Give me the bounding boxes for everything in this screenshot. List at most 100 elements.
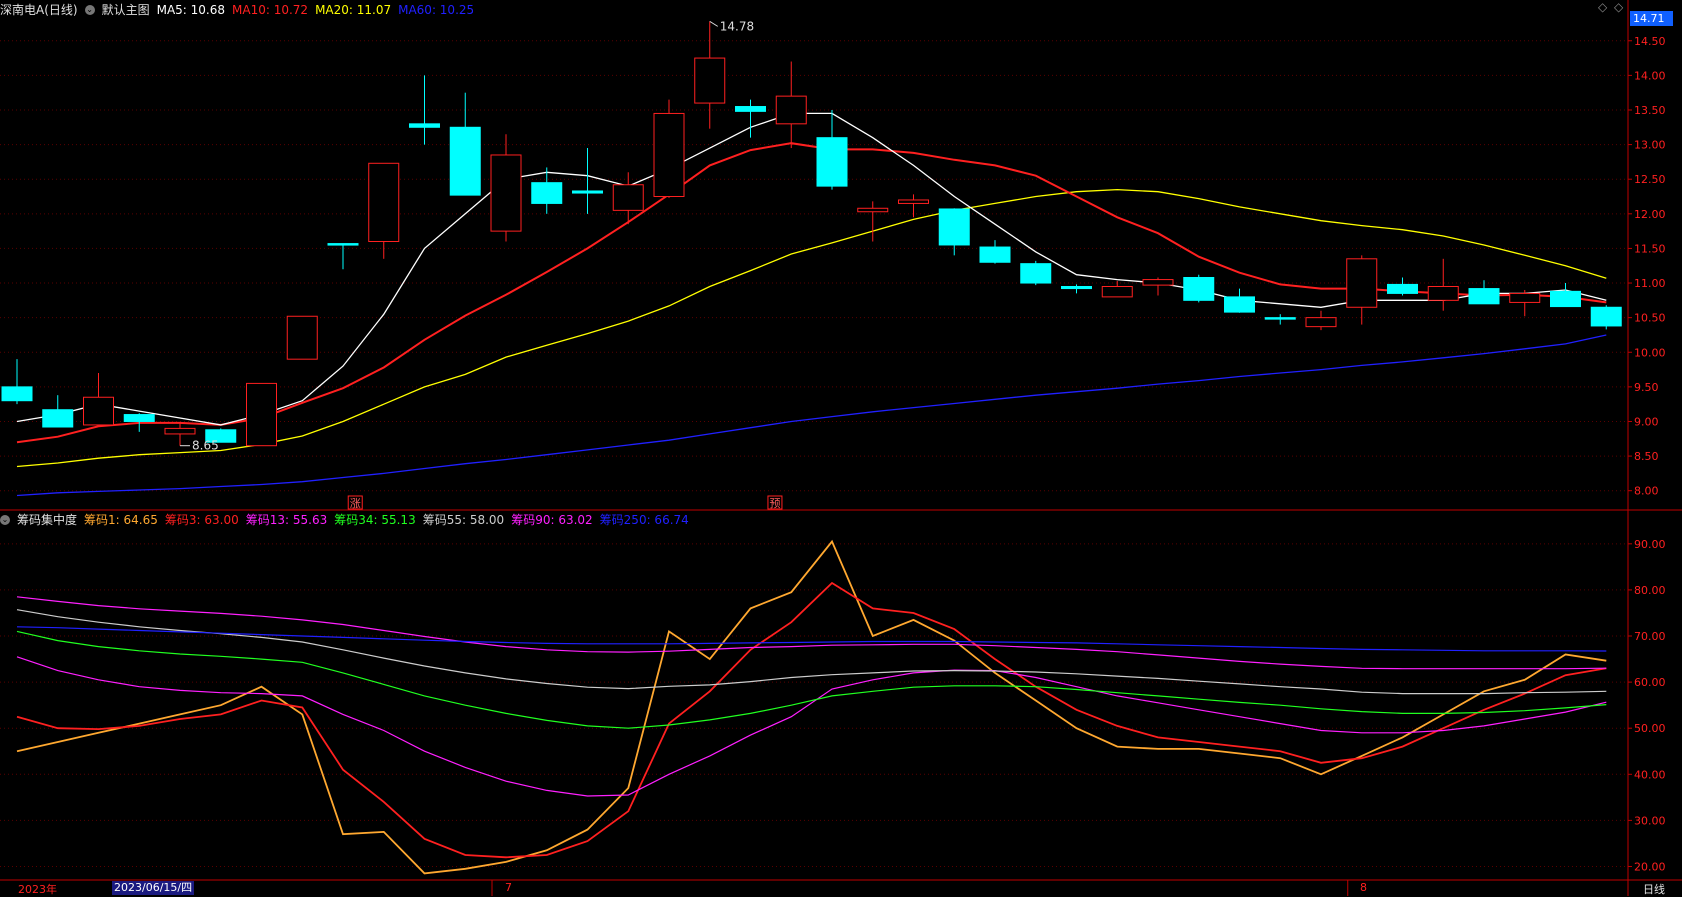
candle-body — [653, 112, 685, 198]
indicator-tick-label: 50.00 — [1634, 722, 1666, 735]
chip250-label: 筹码250: 66.74 — [599, 513, 689, 527]
candle-body — [490, 154, 522, 232]
candle-body — [246, 382, 277, 447]
indicator-lines — [16, 539, 1607, 875]
current-price-badge: 14.71 — [1630, 11, 1673, 26]
indicator-title[interactable]: 筹码集中度 — [17, 511, 77, 528]
candle-body — [123, 414, 155, 422]
price-tick-label: 10.00 — [1634, 346, 1666, 359]
candle-body — [286, 315, 318, 360]
candle-body — [164, 427, 196, 435]
candle-body — [979, 246, 1011, 263]
candle-body — [1346, 258, 1378, 308]
candle-body — [1590, 306, 1622, 327]
price-tick-label: 11.50 — [1634, 242, 1666, 255]
chip1-label: 筹码1: 64.65 — [84, 513, 158, 527]
series-筹码3-line — [16, 581, 1607, 859]
price-tick-label: 14.50 — [1634, 35, 1666, 48]
series-筹码90-line — [16, 596, 1607, 670]
settings-circle-icon[interactable]: ⌄ — [84, 4, 95, 15]
ma10-label: MA10: 10.72 — [232, 2, 309, 17]
candles — [1, 21, 1622, 447]
main-chart-header: 深南电A(日线) ⌄ 默认主图 MA5: 10.68 MA10: 10.72 M… — [0, 1, 481, 18]
ma60-label: MA60: 10.25 — [398, 2, 475, 17]
price-tick-label: 13.50 — [1634, 104, 1666, 117]
candle-body — [1061, 285, 1092, 290]
diamond-icon[interactable]: ◇ — [1598, 0, 1607, 14]
price-tick-label: 9.50 — [1634, 381, 1659, 394]
price-tick-label: 8.50 — [1634, 450, 1659, 463]
candle-body — [1468, 288, 1500, 305]
high-label: 14.78 — [720, 19, 754, 33]
candle-body — [775, 95, 807, 125]
event-marker-1: 涨 — [350, 497, 361, 510]
options-icon[interactable]: ◇ — [1614, 0, 1623, 14]
candle-body — [857, 207, 889, 213]
price-tick-label: 8.00 — [1634, 485, 1659, 498]
candle-body — [1387, 283, 1418, 294]
candle-body — [612, 184, 644, 211]
candle-body — [409, 123, 440, 128]
price-tick-label: 11.00 — [1634, 277, 1666, 290]
candle-body — [1550, 290, 1581, 308]
candle-body — [42, 409, 74, 428]
indicator-tick-label: 80.00 — [1634, 584, 1666, 597]
candle-body — [1142, 279, 1174, 286]
month-label-8: 8 — [1360, 881, 1367, 894]
kline-chart-canvas[interactable]: 8.00 8.50 9.00 9.50 10.00 10.50 11.00 11.50 12.0… — [0, 0, 1682, 896]
stock-name[interactable]: 深南电A(日线) — [0, 1, 78, 18]
cursor-date: 2023/06/15/四 — [112, 881, 195, 895]
event-marker-2: 预 — [769, 497, 780, 510]
price-tick-label: 14.00 — [1634, 69, 1666, 82]
candle-body — [572, 190, 603, 194]
series-筹码55-line — [16, 609, 1607, 695]
price-tick-label: 9.00 — [1634, 415, 1659, 428]
indicator-tick-label: 40.00 — [1634, 768, 1666, 781]
y-axis: 8.00 8.50 9.00 9.50 10.00 10.50 11.00 11.50 12.0… — [0, 0, 1682, 896]
chip55-label: 筹码55: 58.00 — [422, 513, 505, 527]
indicator-tick-label: 20.00 — [1634, 860, 1666, 873]
candle-body — [1264, 317, 1296, 320]
candle-body — [327, 243, 359, 246]
candle-body — [735, 106, 766, 112]
chip3-label: 筹码3: 63.00 — [164, 513, 239, 527]
candle-body — [938, 208, 970, 246]
price-tick-label: 12.00 — [1634, 208, 1666, 221]
indicator-tick-label: 60.00 — [1634, 676, 1666, 689]
candle-body — [368, 162, 400, 243]
indicator-tick-label: 70.00 — [1634, 630, 1666, 643]
price-tick-label: 12.50 — [1634, 173, 1666, 186]
high-marker — [709, 20, 719, 27]
indicator-tick-label: 30.00 — [1634, 814, 1666, 827]
candle-body — [1183, 276, 1215, 301]
period-label[interactable]: 日线 — [1643, 881, 1665, 897]
indicator-settings-icon[interactable]: ⌄ — [0, 514, 10, 525]
candle-body — [816, 137, 848, 187]
series-筹码1-line — [16, 539, 1607, 875]
indicator-header: ⌄ 筹码集中度 筹码1: 64.65 筹码3: 63.00 筹码13: 55.6… — [0, 511, 696, 528]
candle-body — [1, 386, 33, 402]
indicator-tick-label: 90.00 — [1634, 538, 1666, 551]
price-tick-label: 10.50 — [1634, 312, 1666, 325]
chip13-label: 筹码13: 55.63 — [245, 513, 328, 527]
candle-body — [1224, 296, 1255, 313]
series-筹码250-line — [16, 626, 1607, 652]
chart-title[interactable]: 默认主图 — [102, 1, 150, 18]
month-label-7: 7 — [505, 881, 512, 894]
candle-body — [1020, 263, 1052, 284]
candle-body — [1427, 285, 1459, 301]
candle-body — [1509, 292, 1541, 303]
candle-body — [449, 126, 481, 196]
chip90-label: 筹码90: 63.02 — [511, 513, 593, 527]
grid-layer — [0, 40, 1628, 867]
low-label: 8.65 — [192, 439, 219, 453]
candle-body — [1101, 285, 1133, 298]
chip34-label: 筹码34: 55.13 — [334, 513, 416, 527]
candle-body — [531, 182, 563, 204]
ma20-label: MA20: 11.07 — [315, 2, 392, 17]
price-tick-label: 13.00 — [1634, 139, 1666, 152]
candle-body — [694, 57, 726, 104]
year-label: 2023年 — [18, 883, 57, 896]
date-axis: 2023年 7 8 日线 — [0, 880, 1682, 896]
candle-body — [898, 199, 929, 204]
